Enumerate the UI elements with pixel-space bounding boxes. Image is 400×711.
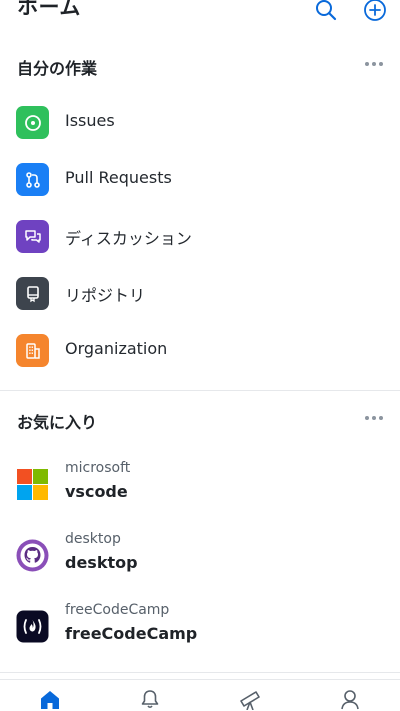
favorite-owner: freeCodeCamp <box>65 602 170 618</box>
my-work-item-discussions[interactable]: ディスカッション <box>0 211 400 261</box>
issue-opened-icon <box>16 106 49 139</box>
microsoft-logo-icon <box>16 468 49 501</box>
my-work-label: Issues <box>65 111 115 130</box>
more-dot <box>372 62 376 66</box>
more-dot <box>365 416 369 420</box>
more-dot <box>365 62 369 66</box>
section-title-my-work: 自分の作業 <box>17 59 98 78</box>
list-divider <box>0 672 400 673</box>
my-work-label: Pull Requests <box>65 168 172 187</box>
search-button[interactable] <box>313 0 339 23</box>
favorite-name: freeCodeCamp <box>65 624 198 643</box>
tab-notifications[interactable] <box>130 688 170 711</box>
bell-icon <box>141 690 159 709</box>
organization-icon <box>16 334 49 367</box>
section-title-favorites: お気に入り <box>17 413 98 432</box>
my-work-label: Organization <box>65 339 168 358</box>
header: ホーム <box>0 0 400 40</box>
tab-home[interactable] <box>30 688 70 711</box>
my-work-label: ディスカッション <box>65 229 192 248</box>
favorite-repo-vscode[interactable]: microsoft vscode <box>0 454 400 514</box>
favorite-name: vscode <box>65 482 128 501</box>
my-work-item-repositories[interactable]: リポジトリ <box>0 268 400 318</box>
freecodecamp-logo-icon <box>16 610 49 643</box>
my-work-item-organization[interactable]: Organization <box>0 325 400 375</box>
my-work-label: リポジトリ <box>65 286 146 305</box>
favorite-owner: desktop <box>65 531 121 547</box>
tab-profile[interactable] <box>330 688 370 711</box>
my-work-more-button[interactable] <box>362 54 386 74</box>
more-dot <box>379 416 383 420</box>
telescope-icon <box>240 691 260 710</box>
more-dot <box>372 416 376 420</box>
add-button[interactable] <box>362 0 388 23</box>
person-icon <box>341 690 359 710</box>
my-work-header: 自分の作業 <box>0 50 400 80</box>
favorite-owner: microsoft <box>65 460 131 476</box>
plus-circle-icon <box>364 0 386 21</box>
home-icon <box>41 691 59 709</box>
repo-icon <box>16 277 49 310</box>
favorites-more-button[interactable] <box>362 408 386 428</box>
favorite-name: desktop <box>65 553 138 572</box>
my-work-item-issues[interactable]: Issues <box>0 97 400 147</box>
tab-explore[interactable] <box>230 688 270 711</box>
comment-discussion-icon <box>16 220 49 253</box>
git-pull-request-icon <box>16 163 49 196</box>
favorite-repo-desktop[interactable]: desktop desktop <box>0 525 400 585</box>
my-work-item-pull-requests[interactable]: Pull Requests <box>0 154 400 204</box>
more-dot <box>379 62 383 66</box>
favorite-repo-freecodecamp[interactable]: freeCodeCamp freeCodeCamp <box>0 596 400 656</box>
page-title: ホーム <box>17 0 81 19</box>
section-divider <box>0 390 400 391</box>
favorites-header: お気に入り <box>0 404 400 434</box>
bottom-tab-bar <box>0 679 400 711</box>
search-icon <box>316 0 337 21</box>
app-root: ホーム 自分の作業 Issues Pull Requests ディスカッション … <box>0 0 400 711</box>
github-desktop-logo-icon <box>16 539 49 572</box>
